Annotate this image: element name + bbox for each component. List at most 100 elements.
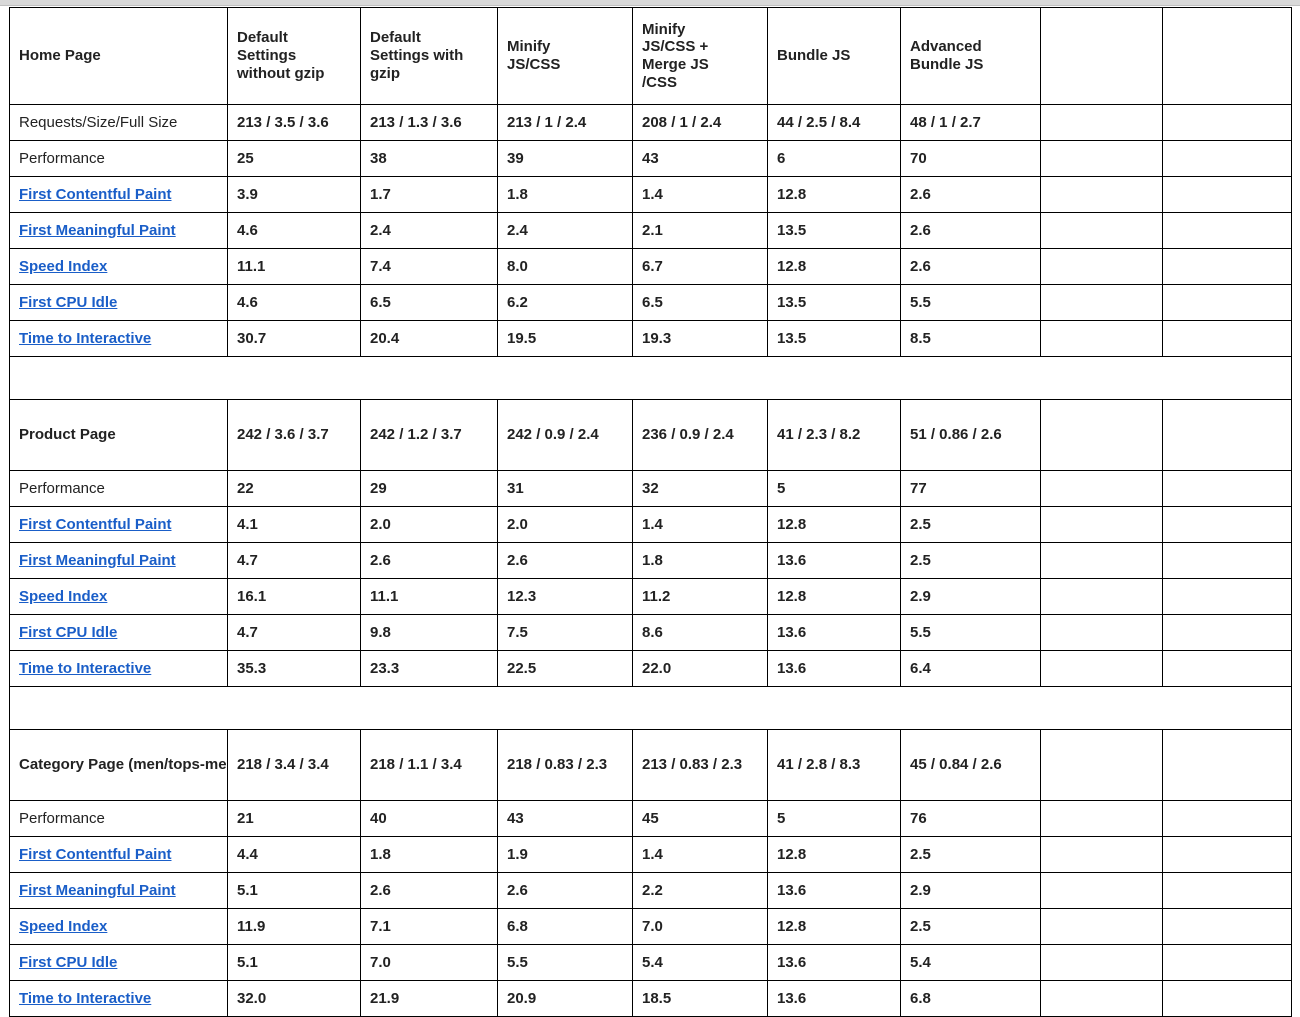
value-cell: 5.5	[900, 614, 1041, 651]
value-cell: 12.8	[767, 908, 901, 945]
value-cell: 3.9	[227, 176, 361, 213]
metric-label[interactable]: First CPU Idle	[19, 624, 117, 641]
metric-label[interactable]: Speed Index	[19, 918, 107, 935]
metric-label[interactable]: First Contentful Paint	[19, 846, 172, 863]
empty-cell	[1040, 248, 1163, 285]
empty-cell	[1040, 650, 1163, 687]
value-cell: 22	[227, 470, 361, 507]
value-cell: 2.6	[497, 872, 633, 909]
value-cell: 5.4	[632, 944, 768, 981]
value-cell: 22.5	[497, 650, 633, 687]
column-header-minify-js-css: Minify JS/CSS	[497, 7, 633, 105]
metric-label[interactable]: First Meaningful Paint	[19, 552, 176, 569]
value-cell: 21.9	[360, 980, 498, 1017]
empty-cell	[1162, 542, 1292, 579]
metric-link-first-contentful-paint[interactable]: First Contentful Paint	[9, 836, 228, 873]
empty-cell	[1040, 980, 1163, 1017]
empty-cell	[1040, 908, 1163, 945]
empty-cell	[1040, 729, 1163, 801]
metric-link-time-to-interactive[interactable]: Time to Interactive	[9, 650, 228, 687]
value-cell: 25	[227, 140, 361, 177]
metric-label[interactable]: First Contentful Paint	[19, 186, 172, 203]
empty-cell	[1162, 908, 1292, 945]
value-cell: 45	[632, 800, 768, 837]
value-cell: 4.1	[227, 506, 361, 543]
column-header-default-settings-without-gzip: Default Settings without gzip	[227, 7, 361, 105]
value-cell: 5.5	[497, 944, 633, 981]
value-cell: 2.0	[497, 506, 633, 543]
value-cell: 213 / 1.3 / 3.6	[360, 104, 498, 141]
metric-link-speed-index[interactable]: Speed Index	[9, 578, 228, 615]
value-cell: 6.8	[900, 980, 1041, 1017]
metric-link-first-contentful-paint[interactable]: First Contentful Paint	[9, 176, 228, 213]
value-cell: 2.1	[632, 212, 768, 249]
empty-cell	[1162, 320, 1292, 357]
metric-link-speed-index[interactable]: Speed Index	[9, 908, 228, 945]
section-title-category-page: Category Page (men/tops-men.html)	[9, 729, 228, 801]
empty-cell	[1040, 284, 1163, 321]
metric-label[interactable]: Speed Index	[19, 258, 107, 275]
value-cell: 1.4	[632, 176, 768, 213]
table-row: Time to Interactive 32.0 21.9 20.9 18.5 13.6 6…	[9, 980, 1292, 1017]
value-cell: 4.7	[227, 614, 361, 651]
metric-label[interactable]: First Meaningful Paint	[19, 882, 176, 899]
metric-label[interactable]: First CPU Idle	[19, 294, 117, 311]
value-cell: 13.5	[767, 284, 901, 321]
metric-label[interactable]: First Meaningful Paint	[19, 222, 176, 239]
table-row: First CPU Idle 4.7 9.8 7.5 8.6 13.6 5.5	[9, 614, 1292, 651]
value-cell: 4.6	[227, 284, 361, 321]
section-size-cell: 242 / 0.9 / 2.4	[497, 399, 633, 471]
value-cell: 2.6	[497, 542, 633, 579]
section-title-product-page: Product Page	[9, 399, 228, 471]
metric-link-first-cpu-idle[interactable]: First CPU Idle	[9, 614, 228, 651]
metric-link-first-cpu-idle[interactable]: First CPU Idle	[9, 284, 228, 321]
value-cell: 6.8	[497, 908, 633, 945]
value-cell: 2.5	[900, 506, 1041, 543]
metric-label-performance: Performance	[9, 470, 228, 507]
section-size-cell: 218 / 3.4 / 3.4	[227, 729, 361, 801]
value-cell: 39	[497, 140, 633, 177]
metric-link-first-cpu-idle[interactable]: First CPU Idle	[9, 944, 228, 981]
metric-label[interactable]: First CPU Idle	[19, 954, 117, 971]
metric-link-first-meaningful-paint[interactable]: First Meaningful Paint	[9, 212, 228, 249]
value-cell: 6.4	[900, 650, 1041, 687]
metric-link-first-meaningful-paint[interactable]: First Meaningful Paint	[9, 542, 228, 579]
metric-label-performance: Performance	[9, 140, 228, 177]
empty-cell	[1040, 836, 1163, 873]
metric-label-requests-size-full-size: Requests/Size/Full Size	[9, 104, 228, 141]
value-cell: 2.6	[900, 176, 1041, 213]
section-size-cell: 218 / 1.1 / 3.4	[360, 729, 498, 801]
value-cell: 77	[900, 470, 1041, 507]
metric-label[interactable]: Time to Interactive	[19, 330, 151, 347]
table-row: First Meaningful Paint 5.1 2.6 2.6 2.2 13.6 2.…	[9, 872, 1292, 909]
metric-label[interactable]: First Contentful Paint	[19, 516, 172, 533]
value-cell: 12.3	[497, 578, 633, 615]
value-cell: 13.6	[767, 650, 901, 687]
metric-label[interactable]: Time to Interactive	[19, 990, 151, 1007]
metric-label[interactable]: Time to Interactive	[19, 660, 151, 677]
empty-cell	[1040, 542, 1163, 579]
table-row: Time to Interactive 30.7 20.4 19.5 19.3 13.5 8…	[9, 320, 1292, 357]
section-gap-row	[9, 356, 1292, 400]
metric-link-first-contentful-paint[interactable]: First Contentful Paint	[9, 506, 228, 543]
empty-cell	[1040, 176, 1163, 213]
value-cell: 213 / 3.5 / 3.6	[227, 104, 361, 141]
empty-cell	[1162, 800, 1292, 837]
value-cell: 2.4	[497, 212, 633, 249]
empty-column-header	[1162, 7, 1292, 105]
value-cell: 5	[767, 470, 901, 507]
metric-link-first-meaningful-paint[interactable]: First Meaningful Paint	[9, 872, 228, 909]
value-cell: 1.8	[632, 542, 768, 579]
value-cell: 7.5	[497, 614, 633, 651]
metric-link-time-to-interactive[interactable]: Time to Interactive	[9, 320, 228, 357]
value-cell: 38	[360, 140, 498, 177]
empty-cell	[1162, 980, 1292, 1017]
empty-column-header	[1040, 7, 1163, 105]
metric-label[interactable]: Speed Index	[19, 588, 107, 605]
value-cell: 13.6	[767, 614, 901, 651]
section-size-cell: 41 / 2.8 / 8.3	[767, 729, 901, 801]
value-cell: 35.3	[227, 650, 361, 687]
metric-link-time-to-interactive[interactable]: Time to Interactive	[9, 980, 228, 1017]
metric-link-speed-index[interactable]: Speed Index	[9, 248, 228, 285]
section-gap-cell	[9, 686, 1292, 730]
